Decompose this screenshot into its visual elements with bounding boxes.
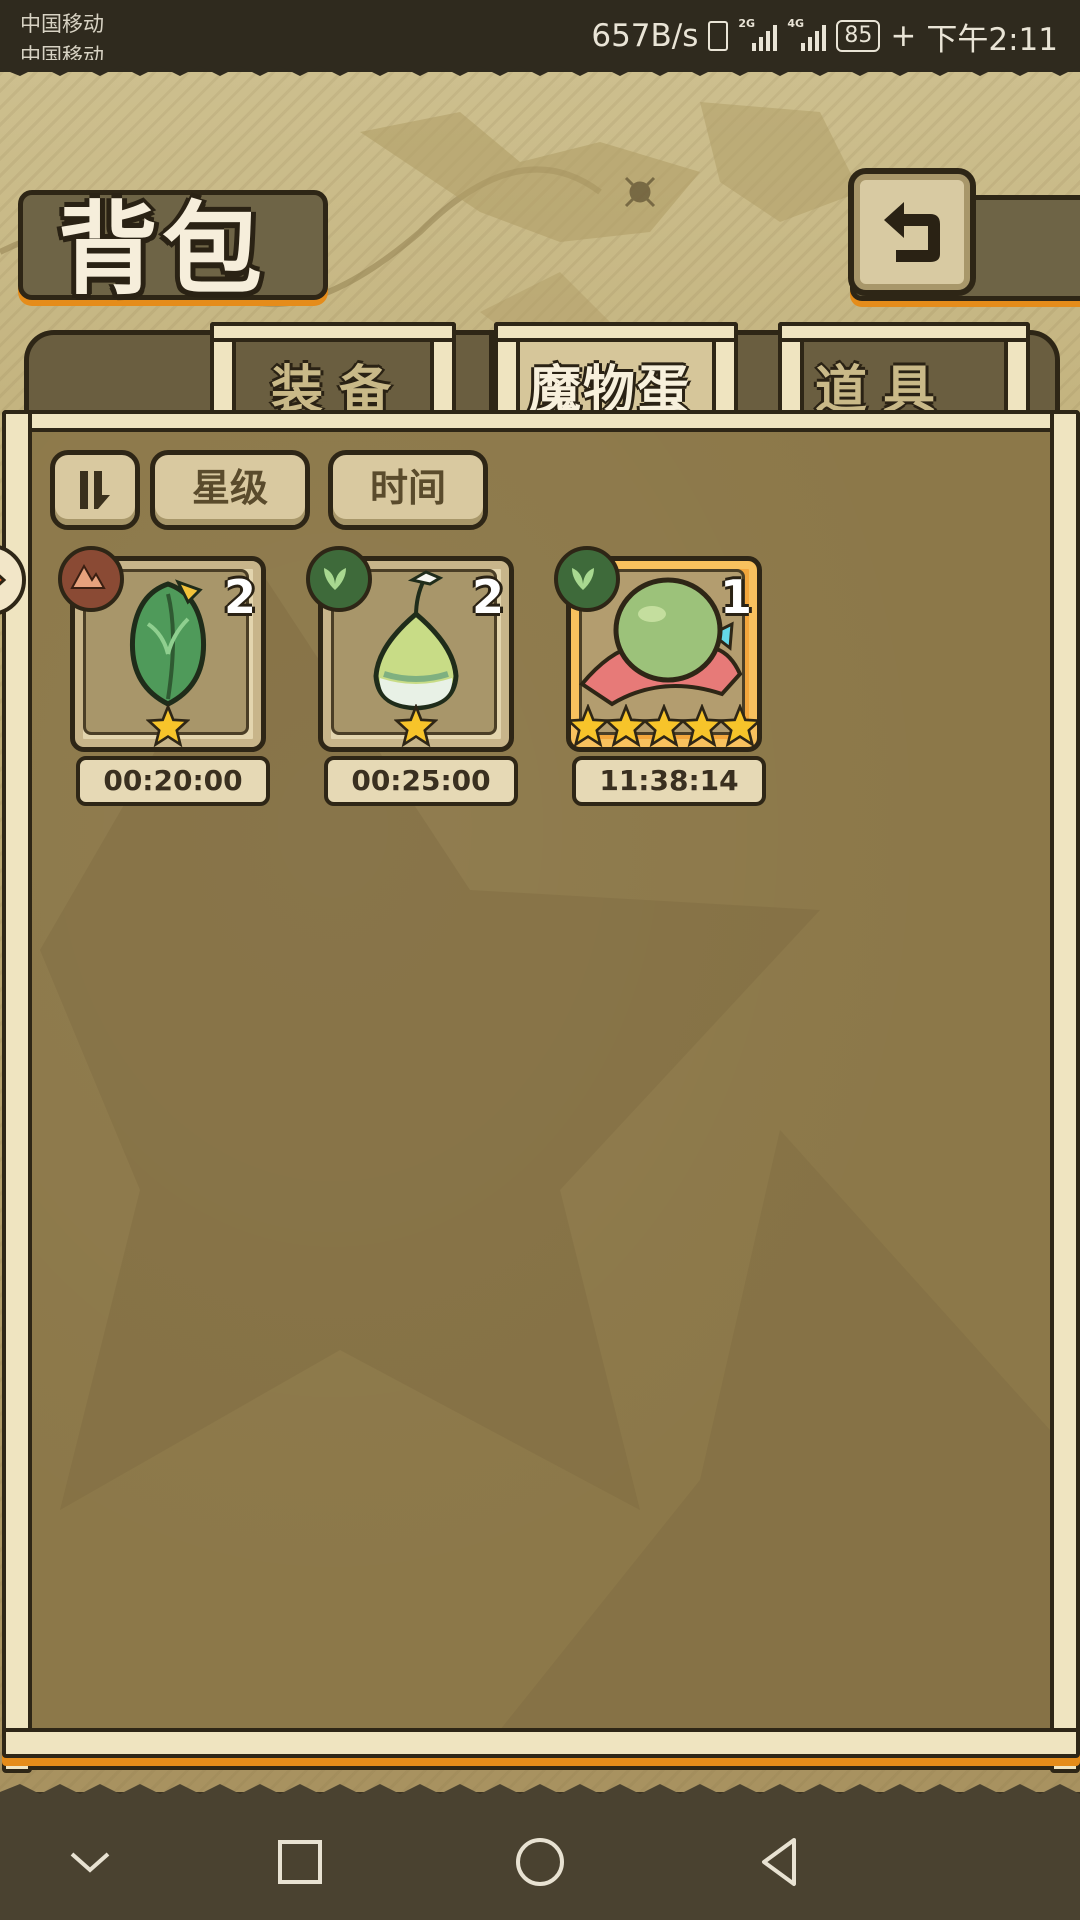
star-rating: [566, 704, 762, 748]
panel-right-post: [1050, 410, 1080, 1773]
back-nav-icon[interactable]: [750, 1832, 810, 1892]
sort-toggle-button[interactable]: [50, 450, 140, 530]
battery-indicator: 85: [836, 20, 881, 52]
sort-toggle-icon: [80, 471, 110, 509]
egg-count: 2: [223, 570, 256, 624]
panel-top-rail: [2, 410, 1080, 432]
hatch-timer: 00:25:00: [324, 756, 518, 806]
hatch-timer: 00:20:00: [76, 756, 270, 806]
tab-equipment[interactable]: 装备: [24, 330, 494, 422]
signal-type-label: 2G: [738, 17, 756, 30]
egg-card[interactable]: 1: [554, 546, 762, 752]
tab-monster-eggs[interactable]: 魔物蛋: [496, 330, 724, 422]
tab-rail: [778, 322, 1030, 342]
signal-icon-2: 4G: [787, 17, 827, 51]
star-icon: [146, 704, 190, 748]
hide-nav-icon[interactable]: [60, 1832, 120, 1892]
tab-rail: [210, 322, 456, 342]
signal-type-label-2: 4G: [787, 17, 805, 30]
carrier-label: 中国移动: [20, 12, 104, 36]
earth-element-icon: [58, 546, 124, 612]
star-rating: [70, 704, 266, 748]
clock: 下午2:11: [926, 21, 1058, 58]
grass-element-icon: [306, 546, 372, 612]
charging-icon: +: [890, 18, 917, 54]
sort-by-time-button[interactable]: 时间: [328, 450, 488, 530]
return-arrow-icon: [884, 202, 940, 262]
star-icon: [394, 704, 438, 748]
egg-card[interactable]: 2: [58, 546, 266, 752]
side-arrow-icon[interactable]: [0, 540, 30, 620]
sort-by-star-button[interactable]: 星级: [150, 450, 310, 530]
page-title: 背包: [58, 190, 266, 308]
home-icon[interactable]: [510, 1832, 570, 1892]
zigzag-border: [0, 60, 1080, 76]
panel-bottom-rail: [2, 1728, 1080, 1758]
system-nav-bar: [0, 1796, 1080, 1920]
star-icon: [718, 704, 762, 748]
network-speed: 657B/s: [591, 18, 699, 54]
star-rating: [318, 704, 514, 748]
recent-apps-icon[interactable]: [270, 1832, 330, 1892]
vibrate-icon: [708, 21, 729, 51]
egg-card[interactable]: 2: [306, 546, 514, 752]
signal-icon: 2G: [738, 17, 778, 51]
hatch-timer: 11:38:14: [572, 756, 766, 806]
bulb-egg-icon: [373, 570, 459, 711]
egg-count: 2: [471, 570, 504, 624]
back-button[interactable]: [848, 168, 976, 296]
grass-element-icon: [554, 546, 620, 612]
tab-rail: [494, 322, 738, 342]
egg-count: 1: [719, 570, 752, 624]
leaf-egg-icon: [129, 579, 207, 707]
